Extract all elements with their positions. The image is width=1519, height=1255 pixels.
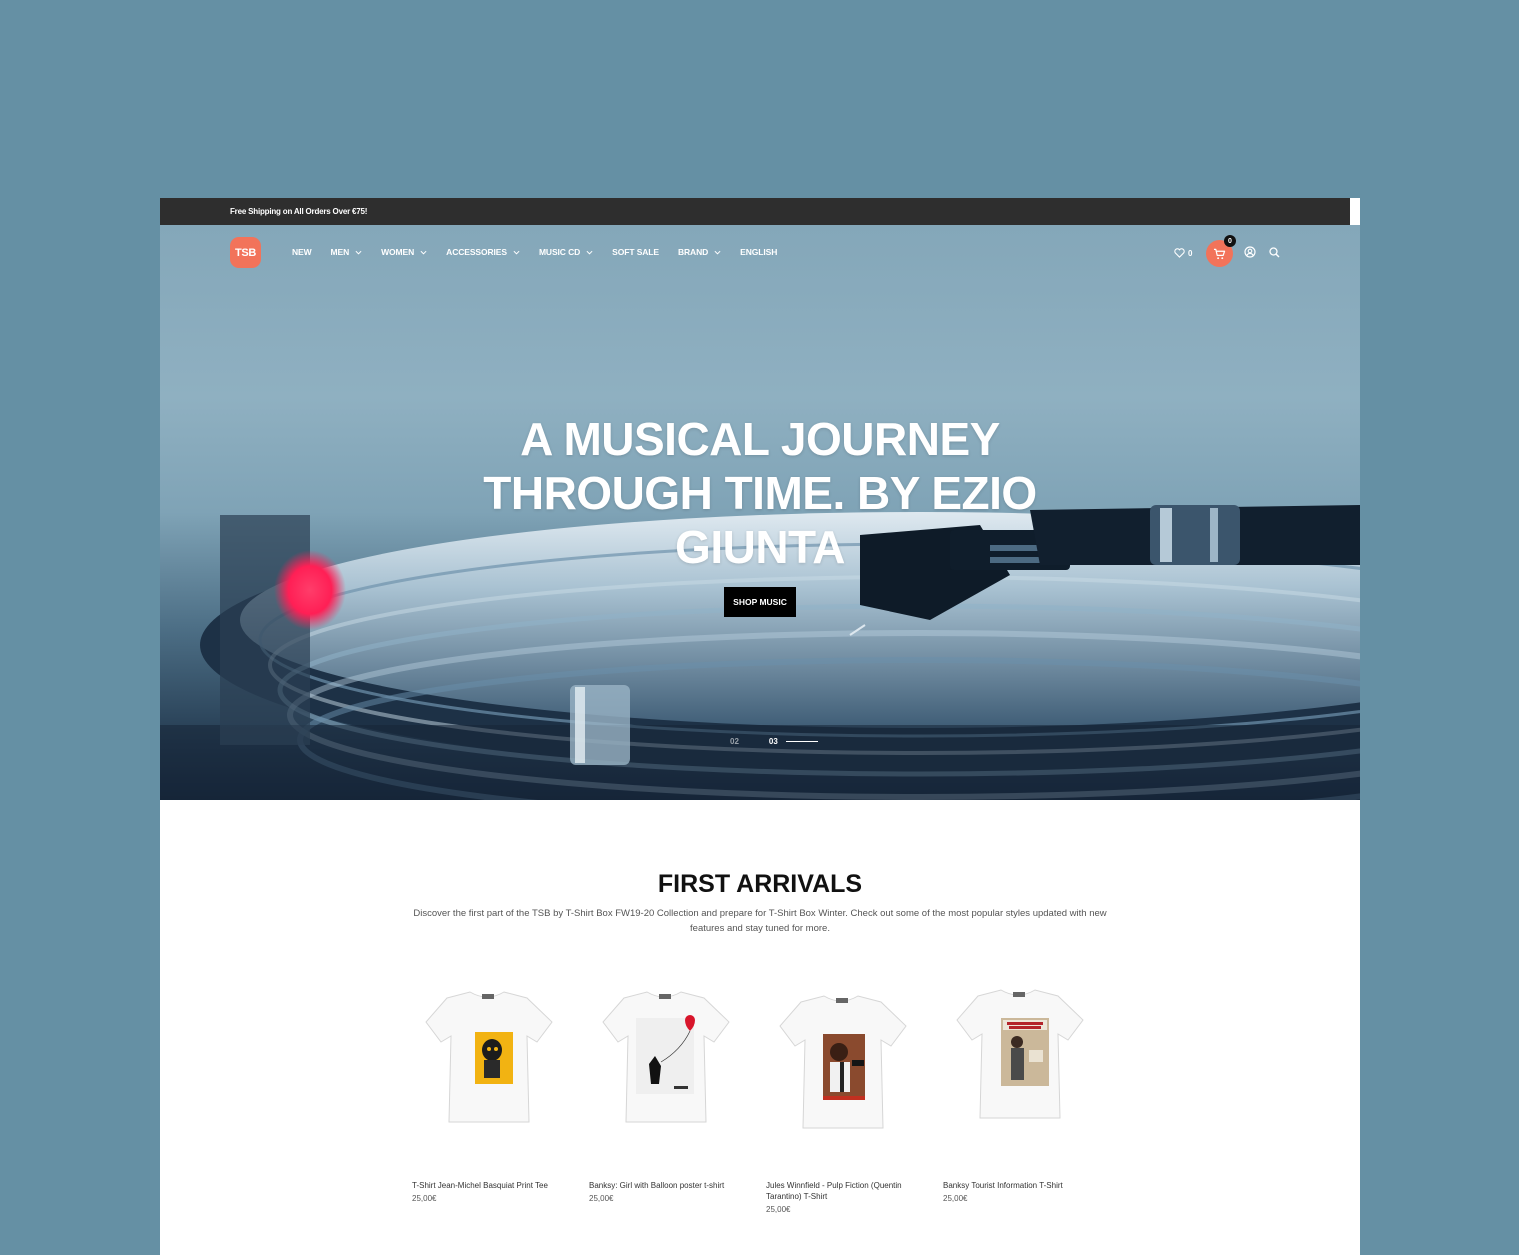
- product-price: 25,00€: [943, 1194, 968, 1203]
- nav-item-label: BRAND: [677, 247, 709, 257]
- section-title: FIRST ARRIVALS: [657, 870, 863, 898]
- product-image[interactable]: [589, 980, 739, 1140]
- wishlist-count: 0: [1188, 248, 1193, 258]
- user-account-icon[interactable]: [1244, 246, 1256, 258]
- chevron-down-icon: [420, 250, 427, 255]
- product-price: 25,00€: [766, 1205, 791, 1214]
- product-image[interactable]: [412, 980, 562, 1140]
- product-price: 25,00€: [412, 1194, 437, 1203]
- product-price: 25,00€: [589, 1194, 614, 1203]
- wishlist-button[interactable]: 0: [1174, 248, 1192, 258]
- search-icon[interactable]: [1269, 247, 1280, 258]
- product-name[interactable]: Banksy: Girl with Balloon poster t-shirt: [589, 1180, 739, 1191]
- product-card[interactable]: Banksy Tourist Information T-Shirt 25,00…: [943, 980, 1093, 1203]
- nav-item-label: MEN: [330, 247, 350, 257]
- product-card[interactable]: Jules Winnfield - Pulp Fiction (Quentin …: [766, 980, 916, 1214]
- nav-item-soft-sale[interactable]: SOFT SALE: [612, 247, 659, 257]
- product-image[interactable]: [766, 980, 916, 1140]
- main-navigation: TSB NEW MEN WOMEN ACCESSORIES MUSIC CD S…: [160, 225, 1360, 285]
- cart-icon: [1213, 248, 1226, 259]
- hero-headline: A MUSICAL JOURNEY THROUGH TIME. BY EZIO …: [483, 413, 1037, 573]
- slider-pagination: 02 03: [730, 737, 818, 746]
- nav-item-language[interactable]: ENGLISH: [740, 247, 777, 257]
- announcement-bar: Free Shipping on All Orders Over €75!: [160, 198, 1350, 225]
- product-card[interactable]: T-Shirt Jean-Michel Basquiat Print Tee 2…: [412, 980, 562, 1203]
- hero-banner: TSB NEW MEN WOMEN ACCESSORIES MUSIC CD S…: [160, 225, 1360, 800]
- section-description: Discover the first part of the TSB by T-…: [413, 908, 1107, 934]
- slide-indicator-active[interactable]: 03: [769, 737, 778, 746]
- slide-indicator[interactable]: 02: [730, 737, 739, 746]
- product-name[interactable]: T-Shirt Jean-Michel Basquiat Print Tee: [412, 1180, 562, 1191]
- product-name[interactable]: Banksy Tourist Information T-Shirt: [943, 1180, 1093, 1191]
- site-logo[interactable]: TSB: [230, 237, 261, 268]
- header-actions: 0 0: [1172, 235, 1302, 269]
- heart-icon: [1174, 248, 1185, 258]
- nav-item-label: WOMEN: [381, 247, 415, 257]
- nav-item-new[interactable]: NEW: [292, 247, 312, 257]
- scrollbar-track[interactable]: [1350, 198, 1360, 225]
- nav-item-women[interactable]: WOMEN: [381, 247, 427, 257]
- nav-item-label: NEW: [292, 247, 312, 257]
- cart-count-badge: 0: [1224, 235, 1236, 247]
- website-frame: Free Shipping on All Orders Over €75! TS…: [160, 198, 1360, 1255]
- product-name[interactable]: Jules Winnfield - Pulp Fiction (Quentin …: [766, 1180, 916, 1202]
- shop-music-button[interactable]: SHOP MUSIC: [724, 587, 796, 617]
- product-grid: T-Shirt Jean-Michel Basquiat Print Tee 2…: [412, 980, 1132, 1220]
- chevron-down-icon: [586, 250, 593, 255]
- nav-item-music-cd[interactable]: MUSIC CD: [539, 247, 593, 257]
- nav-menu: NEW MEN WOMEN ACCESSORIES MUSIC CD SOFT …: [292, 247, 796, 257]
- nav-item-brand[interactable]: BRAND: [678, 247, 721, 257]
- nav-item-label: MUSIC CD: [538, 247, 581, 257]
- nav-item-label: ACCESSORIES: [446, 247, 507, 257]
- nav-item-label: SOFT SALE: [612, 247, 659, 257]
- slide-progress-line: [785, 741, 818, 742]
- announcement-text: Free Shipping on All Orders Over €75!: [230, 207, 368, 216]
- product-image[interactable]: [943, 980, 1093, 1140]
- product-card[interactable]: Banksy: Girl with Balloon poster t-shirt…: [589, 980, 739, 1203]
- nav-item-men[interactable]: MEN: [331, 247, 363, 257]
- chevron-down-icon: [714, 250, 721, 255]
- chevron-down-icon: [355, 250, 362, 255]
- chevron-down-icon: [513, 250, 520, 255]
- nav-item-label: ENGLISH: [740, 247, 778, 257]
- nav-item-accessories[interactable]: ACCESSORIES: [446, 247, 520, 257]
